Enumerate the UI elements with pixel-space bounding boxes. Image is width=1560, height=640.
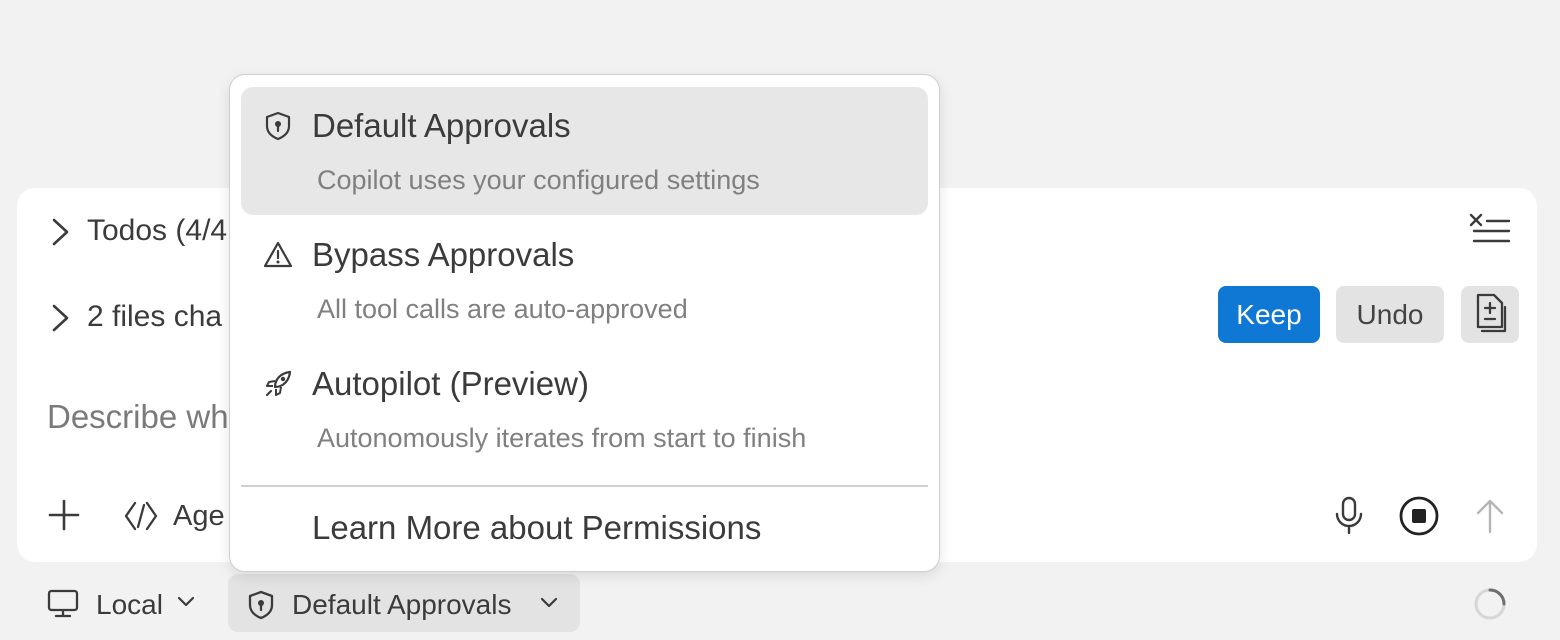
rocket-icon — [265, 370, 292, 397]
learn-more-permissions-link[interactable]: Learn More about Permissions — [312, 509, 761, 547]
chevron-right-icon[interactable] — [48, 303, 74, 333]
loading-spinner-icon — [1474, 588, 1506, 620]
chevron-down-icon — [540, 597, 558, 608]
menu-divider — [241, 485, 928, 487]
menu-item-title: Bypass Approvals — [312, 236, 575, 273]
agent-mode-icon[interactable] — [123, 500, 159, 532]
diff-files-icon — [1476, 293, 1507, 332]
menu-item-title: Autopilot (Preview) — [312, 365, 589, 402]
microphone-icon[interactable] — [1333, 496, 1365, 536]
stop-icon[interactable] — [1398, 495, 1440, 537]
chevron-right-icon[interactable] — [48, 217, 74, 247]
chat-input-placeholder[interactable]: Describe wh — [47, 398, 229, 436]
menu-item-default-approvals[interactable]: Default Approvals Copilot uses your conf… — [241, 87, 928, 215]
shield-icon — [248, 590, 274, 620]
menu-item-title: Default Approvals — [312, 107, 571, 144]
menu-item-description: Copilot uses your configured settings — [317, 165, 760, 195]
send-arrow-icon[interactable] — [1474, 497, 1506, 535]
agent-mode-label[interactable]: Age — [173, 500, 225, 533]
local-selector-label[interactable]: Local — [96, 589, 163, 621]
add-icon[interactable] — [48, 499, 80, 531]
todos-toggle[interactable]: Todos (4/4 — [87, 214, 227, 248]
menu-item-description: All tool calls are auto-approved — [317, 294, 688, 324]
approvals-dropdown-menu: Default Approvals Copilot uses your conf… — [229, 74, 940, 572]
clear-todos-icon[interactable] — [1468, 212, 1512, 248]
menu-item-description: Autonomously iterates from start to fini… — [317, 423, 807, 453]
menu-item-autopilot[interactable]: Autopilot (Preview) Autonomously iterate… — [241, 345, 928, 473]
shield-icon — [265, 111, 291, 141]
view-diff-button[interactable] — [1461, 286, 1519, 343]
monitor-icon[interactable] — [47, 589, 79, 619]
approvals-selector-label: Default Approvals — [292, 589, 512, 620]
menu-item-bypass-approvals[interactable]: Bypass Approvals All tool calls are auto… — [241, 216, 928, 344]
chevron-down-icon[interactable] — [176, 595, 196, 609]
approvals-selector[interactable]: Default Approvals — [228, 574, 580, 632]
keep-button[interactable]: Keep — [1218, 286, 1320, 343]
warning-icon — [263, 241, 293, 268]
undo-button[interactable]: Undo — [1336, 286, 1444, 343]
files-changed-toggle[interactable]: 2 files cha — [87, 300, 222, 334]
